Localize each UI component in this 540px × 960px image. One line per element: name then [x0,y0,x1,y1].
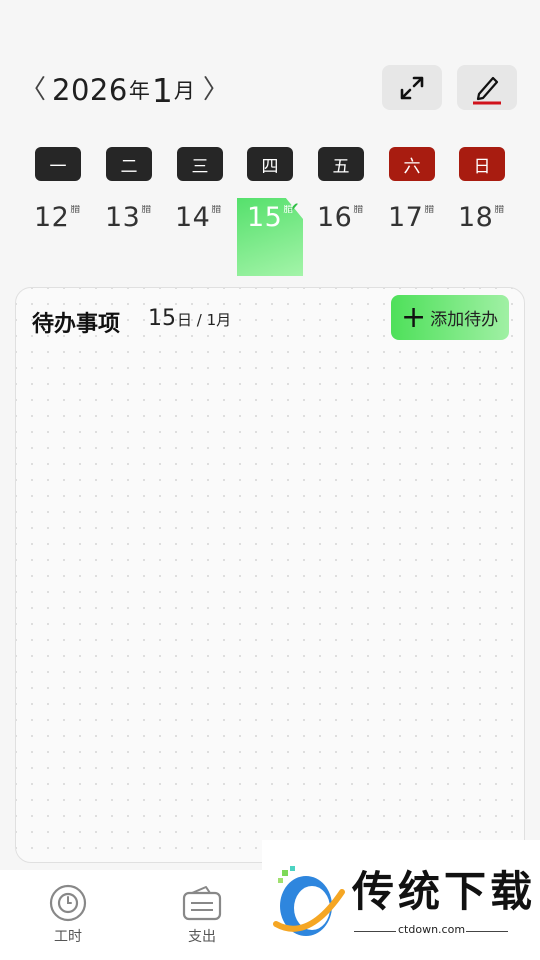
date-cell[interactable]: 14 腊 [175,198,245,238]
add-todo-label: 添加待办 [430,310,499,330]
weekday-wed: 三 [177,147,223,181]
weekday-mon: 一 [35,147,81,181]
prev-month-button[interactable]: 〈 [20,77,46,103]
date-number: 16 [317,202,353,233]
weekday-sun: 日 [459,147,505,181]
nav-label: 工时 [54,929,82,945]
date-number: 15 [247,202,283,233]
worktime-icon [49,884,87,922]
todo-date-day: 15 [148,306,176,331]
expand-button[interactable] [382,65,442,110]
date-cell[interactable]: 18 腊 [458,198,528,238]
date-cell[interactable]: 12 腊 [34,198,104,238]
date-cell-selected[interactable]: 15 腊 [247,198,317,238]
watermark-logo-icon [273,866,345,936]
date-cell[interactable]: 17 腊 [388,198,458,238]
edit-button[interactable] [457,65,517,110]
nav-item-expense[interactable]: 支出 [167,884,237,946]
watermark-divider [354,931,396,932]
lunar-label: 腊 [70,205,81,215]
pencil-icon [473,76,501,104]
lunar-label: 腊 [494,205,505,215]
todo-date: 15 日 / 1月 [148,306,231,331]
date-number: 18 [458,202,494,233]
lunar-label: 腊 [424,205,435,215]
todo-card: 待办事项 15 日 / 1月 + 添加待办 [15,287,525,863]
nav-item-worktime[interactable]: 工时 [33,884,103,946]
nav-label: 支出 [188,929,216,945]
plus-icon: + [401,299,427,335]
month-selector: 〈 2026 年 1 月 〉 [20,62,229,118]
year-label: 2026 [52,73,128,107]
lunar-label: 腊 [211,205,222,215]
date-cell[interactable]: 16 腊 [317,198,387,238]
watermark-url: ctdown.com [398,923,466,936]
date-number: 13 [105,202,141,233]
todo-title: 待办事项 [32,312,121,337]
weekday-sat: 六 [389,147,435,181]
weekday-fri: 五 [318,147,364,181]
todo-date-suffix: 日 / 1月 [177,311,232,329]
date-cell[interactable]: 13 腊 [105,198,175,238]
expand-icon [400,76,424,99]
month-label: 1 [151,70,173,110]
month-unit: 月 [173,79,195,103]
year-unit: 年 [128,79,150,103]
next-month-button[interactable]: 〉 [203,77,229,103]
watermark: 传统下载 ctdown.com [262,840,540,960]
wallet-icon [182,886,222,921]
date-number: 14 [175,202,211,233]
watermark-text: 传统下载 [352,867,537,916]
weekday-thu: 四 [247,147,293,181]
date-number: 17 [388,202,424,233]
date-number: 12 [34,202,70,233]
add-todo-button[interactable]: + 添加待办 [391,295,509,340]
watermark-divider [466,931,508,932]
lunar-label: 腊 [141,205,152,215]
lunar-label: 腊 [353,205,364,215]
weekday-tue: 二 [106,147,152,181]
lunar-label: 腊 [283,205,294,215]
